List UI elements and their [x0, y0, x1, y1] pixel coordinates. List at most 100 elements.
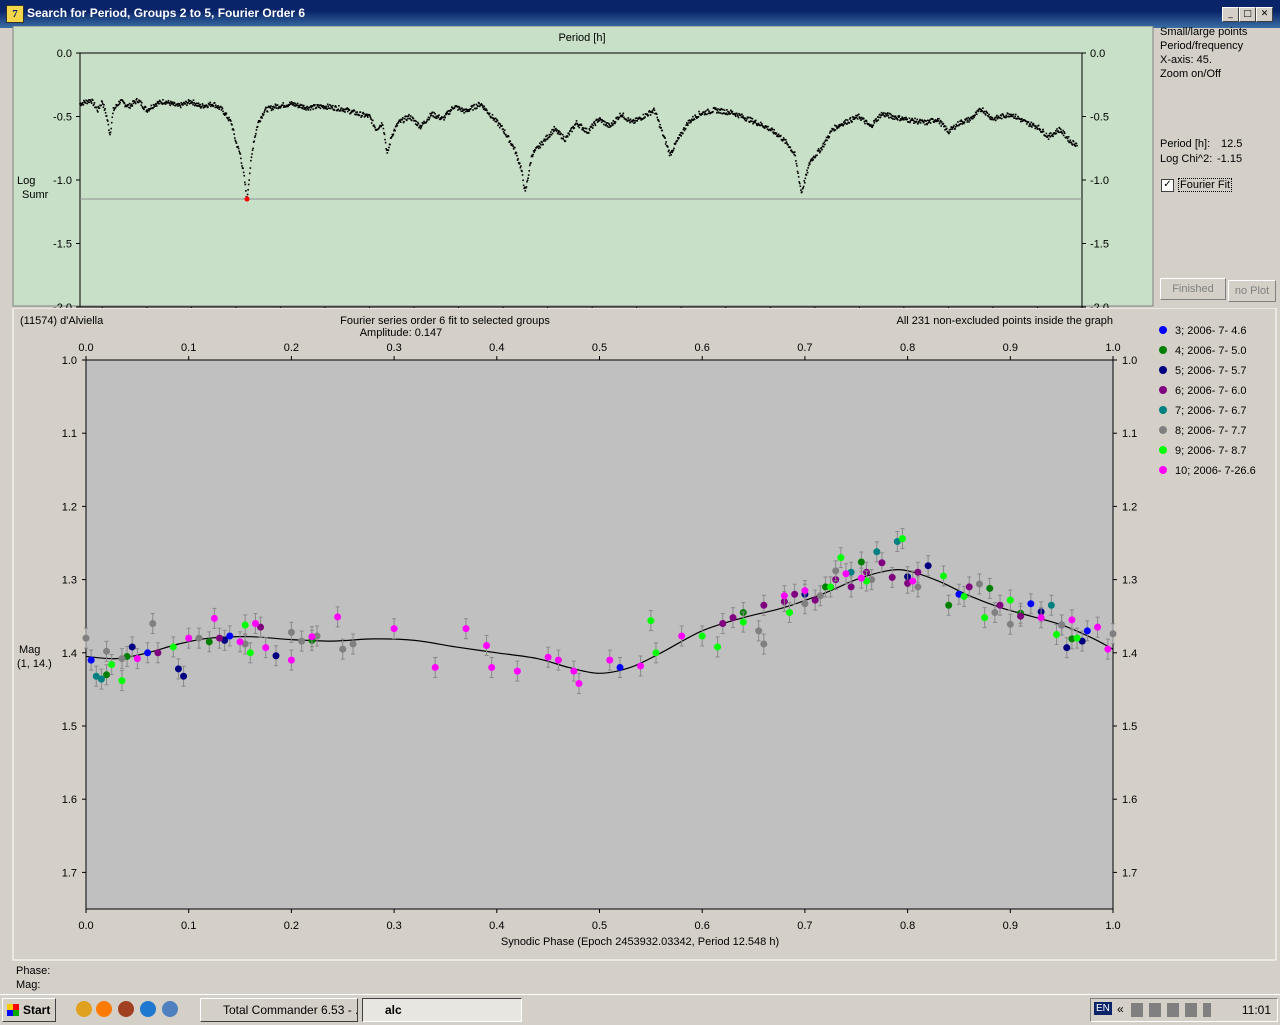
top-ytick-label-right: -1.0 — [1090, 175, 1109, 187]
periodogram-point — [520, 165, 522, 167]
periodogram-point — [522, 184, 525, 187]
periodogram-point — [802, 185, 805, 188]
periodogram-point — [830, 130, 833, 132]
data-point — [118, 655, 126, 663]
periodogram-point — [607, 126, 610, 128]
data-point — [975, 580, 983, 588]
periodogram-point — [795, 160, 797, 162]
finished-button[interactable]: Finished — [1160, 278, 1226, 300]
browser-icon[interactable] — [118, 1001, 134, 1017]
periodogram-point — [814, 156, 817, 158]
periodogram-point — [312, 108, 315, 111]
periodogram-point — [135, 97, 138, 100]
periodogram-point — [248, 172, 251, 175]
firefox-icon[interactable] — [96, 1001, 112, 1017]
periodogram-point — [898, 115, 901, 117]
maximize-button[interactable]: □ — [1239, 7, 1256, 22]
windows-flag-icon — [7, 1004, 19, 1016]
periodogram-point — [1074, 145, 1077, 147]
bottom-xtick-label: 0.0 — [78, 920, 93, 932]
periodogram-point — [653, 109, 656, 112]
periodogram-point — [1014, 113, 1017, 116]
data-point — [832, 567, 840, 575]
periodogram-point — [963, 121, 966, 123]
data-point — [180, 672, 188, 680]
periodogram-point — [1026, 123, 1028, 125]
periodogram-point — [383, 132, 385, 134]
periodogram-point — [491, 113, 494, 116]
option-small-large-points[interactable]: Small/large points — [1160, 26, 1247, 38]
periodogram-point — [270, 109, 273, 112]
close-button[interactable]: ✕ — [1256, 7, 1273, 22]
periodogram-point — [516, 154, 518, 157]
language-indicator[interactable]: EN — [1094, 1002, 1112, 1015]
periodogram-point — [269, 107, 272, 109]
periodogram-point — [394, 129, 396, 132]
periodogram-point — [486, 109, 488, 112]
file-manager-icon[interactable] — [76, 1001, 92, 1017]
app-icon[interactable] — [162, 1001, 178, 1017]
periodogram-point — [977, 110, 980, 113]
periodogram-point — [123, 102, 126, 105]
periodogram-point — [1060, 128, 1062, 131]
start-button[interactable]: Start — [2, 998, 56, 1022]
periodogram-point — [118, 103, 121, 105]
lower-ytick-label: 1.6 — [62, 794, 77, 806]
data-point — [236, 638, 244, 646]
periodogram-point — [218, 108, 220, 110]
taskbar: Start Total Commander 6.53 - ... alc EN … — [0, 994, 1280, 1025]
periodogram-point — [186, 104, 188, 107]
task-total-commander[interactable]: Total Commander 6.53 - ... — [200, 998, 358, 1022]
option-zoom[interactable]: Zoom on/Off — [1160, 68, 1221, 80]
ie-icon[interactable] — [140, 1001, 156, 1017]
periodogram-point — [521, 174, 524, 176]
lower-ytick-label: 1.4 — [62, 648, 77, 660]
periodogram-point — [95, 106, 98, 109]
periodogram-point — [155, 103, 158, 105]
option-x-axis[interactable]: X-axis: 45. — [1160, 54, 1212, 66]
periodogram-point — [1028, 125, 1030, 128]
periodogram-point — [1012, 115, 1014, 118]
periodogram-point — [534, 149, 537, 152]
tray-chevron-icon[interactable]: « — [1117, 1002, 1124, 1016]
window-titlebar[interactable]: 7 Search for Period, Groups 2 to 5, Four… — [0, 0, 1280, 28]
periodogram-point — [344, 111, 346, 113]
data-point — [103, 647, 111, 655]
periodogram-point — [225, 112, 228, 115]
periodogram-point — [182, 104, 184, 106]
periodogram-point — [389, 143, 391, 146]
periodogram-point — [794, 154, 797, 157]
periodogram-point — [717, 108, 719, 110]
data-point — [133, 655, 141, 663]
periodogram-point — [292, 102, 295, 104]
periodogram-point — [528, 164, 531, 167]
minimize-button[interactable]: _ — [1222, 7, 1239, 22]
periodogram-point — [872, 124, 875, 126]
fourier-fit-checkbox[interactable]: ✓ — [1161, 179, 1174, 192]
periodogram-point — [567, 132, 570, 134]
periodogram-point — [1030, 121, 1033, 124]
periodogram-point — [986, 112, 989, 114]
no-plot-button[interactable]: no Plot — [1228, 280, 1276, 302]
periodogram-point — [92, 99, 94, 101]
periodogram-point — [96, 109, 99, 112]
periodogram-point — [329, 107, 332, 110]
periodogram-point — [664, 137, 666, 139]
periodogram-point — [974, 114, 976, 116]
periodogram-point — [790, 149, 793, 151]
periodogram-point — [473, 103, 475, 106]
periodogram-point — [829, 132, 831, 134]
option-period-frequency[interactable]: Period/frequency — [1160, 40, 1243, 52]
periodogram-point — [130, 103, 133, 106]
tray-icons[interactable] — [1131, 1003, 1211, 1017]
periodogram-point — [232, 129, 235, 131]
periodogram-point — [368, 113, 371, 116]
top-axis-xtick-label: 0.9 — [1003, 342, 1018, 354]
lower-ytick-label-right: 1.7 — [1122, 867, 1137, 879]
periodogram-point — [134, 102, 137, 105]
top-chart-background — [12, 26, 1154, 307]
task-alc[interactable]: alc — [362, 998, 522, 1022]
fourier-fit-label[interactable]: Fourier Fit — [1178, 178, 1233, 192]
data-point — [960, 592, 968, 600]
data-point — [205, 638, 213, 646]
